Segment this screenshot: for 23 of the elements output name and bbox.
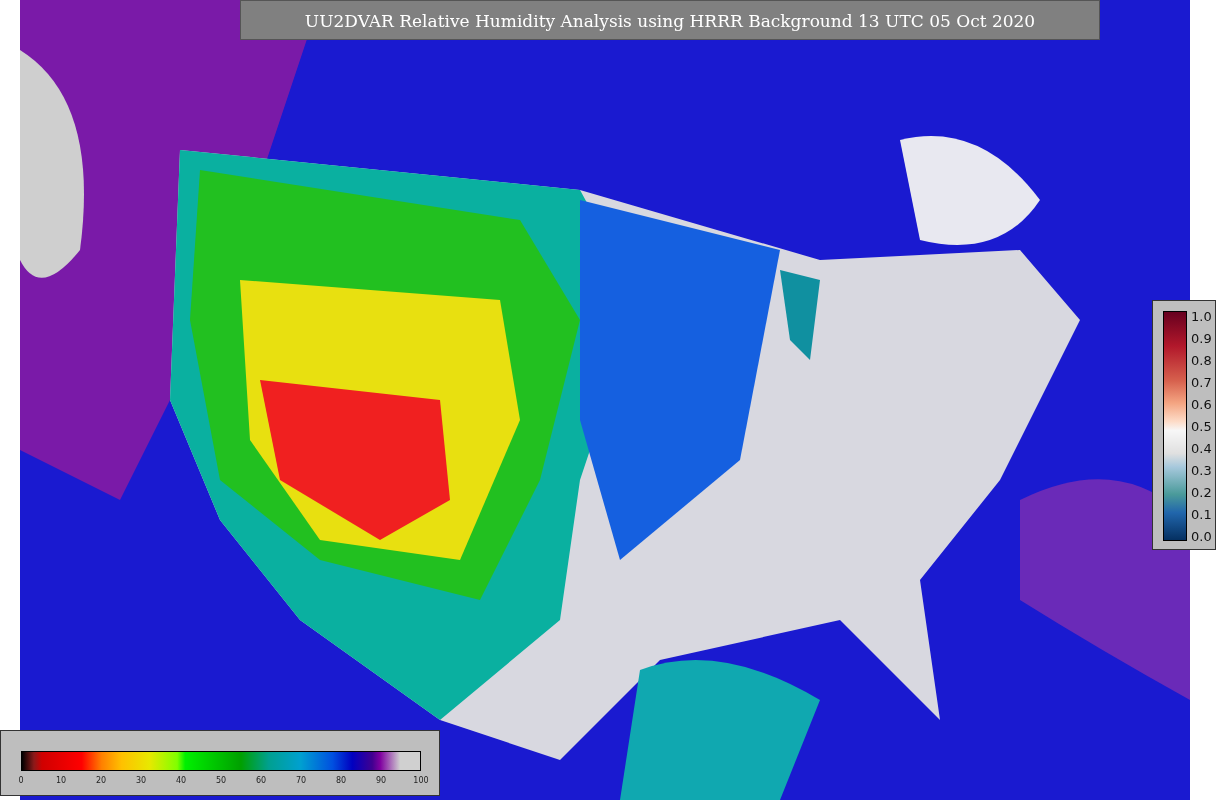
tick-label: 0.9 [1191, 332, 1212, 346]
map-title: UU2DVAR Relative Humidity Analysis using HRRR Background 13 UTC 05 Oct 2020 [240, 0, 1100, 40]
tick-label: 50 [215, 776, 227, 785]
tick-label: 0 [18, 776, 24, 785]
tick-label: 0.4 [1191, 442, 1212, 456]
tick-label: 0.2 [1191, 486, 1212, 500]
tick-label: 60 [255, 776, 267, 785]
tick-label: 30 [135, 776, 147, 785]
tick-label: 0.8 [1191, 354, 1212, 368]
tick-label: 20 [95, 776, 107, 785]
tick-label: 0.0 [1191, 530, 1212, 544]
tick-label: 90 [375, 776, 387, 785]
tick-label: 40 [175, 776, 187, 785]
tick-label: 0.7 [1191, 376, 1212, 390]
tick-label: 100 [413, 776, 429, 785]
tick-label: 70 [295, 776, 307, 785]
tick-label: 0.1 [1191, 508, 1212, 522]
tick-label: 0.3 [1191, 464, 1212, 478]
tick-label: 0.6 [1191, 398, 1212, 412]
tick-label: 80 [335, 776, 347, 785]
tick-label: 0.5 [1191, 420, 1212, 434]
tick-label: 1.0 [1191, 310, 1212, 324]
tick-label: 10 [55, 776, 67, 785]
